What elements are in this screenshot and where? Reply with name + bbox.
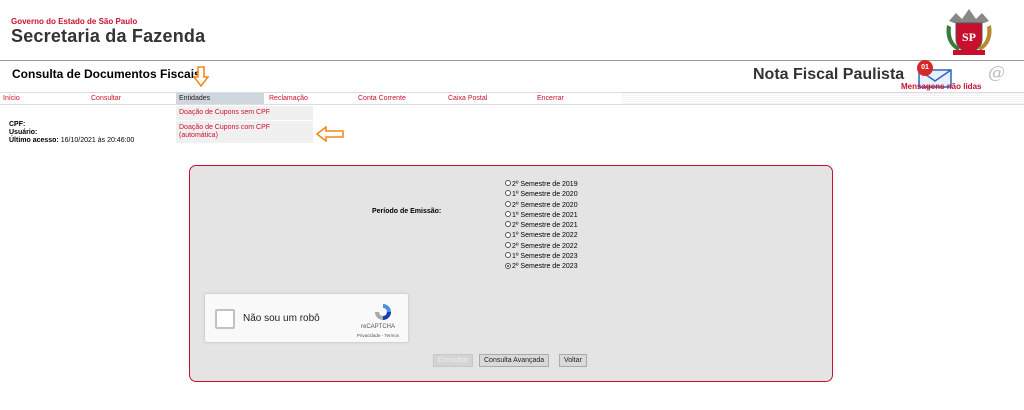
- cpf-label: CPF:: [9, 121, 26, 128]
- radio-button[interactable]: [505, 262, 511, 269]
- consulta-avancada-button[interactable]: Consulta Avançada: [479, 354, 550, 367]
- usuario-label: Usuário:: [9, 129, 38, 136]
- last-access-value: 16/10/2021 às 20:46:00: [60, 137, 135, 144]
- arrow-down-icon: [193, 66, 209, 88]
- period-option[interactable]: 2º Semestre de 2021: [505, 221, 578, 231]
- period-option[interactable]: 1º Semestre de 2021: [505, 211, 578, 221]
- submenu-doacao-com-cpf[interactable]: Doação de Cupons com CPF (automática): [176, 120, 313, 143]
- period-option-label: 2º Semestre de 2022: [512, 242, 578, 250]
- sp-crest-logo: SP: [946, 9, 992, 55]
- menu-encerrar[interactable]: Encerrar: [534, 93, 622, 104]
- menu-reclamacao[interactable]: Reclamação: [266, 93, 354, 104]
- menu-inicio[interactable]: Início: [0, 93, 88, 104]
- site-title: Secretaria da Fazenda: [11, 26, 206, 46]
- period-option-label: 2º Semestre de 2020: [512, 201, 578, 209]
- submenu-doacao-sem-cpf[interactable]: Doação de Cupons sem CPF: [176, 106, 313, 120]
- voltar-button[interactable]: Voltar: [559, 354, 587, 367]
- recaptcha-brand: reCAPTCHA: [360, 324, 395, 330]
- period-option[interactable]: 2º Semestre de 2020: [505, 200, 578, 211]
- period-option-label: 1º Semestre de 2021: [512, 211, 578, 219]
- radio-button[interactable]: [505, 180, 511, 187]
- period-option-label: 1º Semestre de 2022: [512, 232, 578, 240]
- period-option[interactable]: 2º Semestre de 2019: [505, 180, 578, 190]
- recaptcha-logo-icon: [375, 304, 391, 320]
- entidades-submenu: Doação de Cupons sem CPF Doação de Cupon…: [176, 106, 313, 143]
- recaptcha-checkbox[interactable]: [215, 309, 235, 329]
- period-option[interactable]: 2º Semestre de 2022: [505, 241, 578, 252]
- recaptcha-label: Não sou um robô: [243, 313, 320, 324]
- period-label: Período de Emissão:: [372, 208, 442, 215]
- arrow-left-icon: [316, 126, 344, 142]
- consultar-button[interactable]: Consultar: [433, 354, 473, 367]
- menu-caixa-postal[interactable]: Caixa Postal: [445, 93, 533, 104]
- user-info: CPF: Usuário: Último acesso: 16/10/2021 …: [9, 121, 134, 145]
- period-option[interactable]: 1º Semestre de 2023: [505, 252, 578, 262]
- radio-button[interactable]: [505, 241, 511, 248]
- gov-label: Governo do Estado de São Paulo: [11, 17, 138, 26]
- page-title: Consulta de Documentos Fiscais: [12, 67, 201, 81]
- period-option-label: 2º Semestre de 2023: [512, 263, 578, 271]
- radio-button[interactable]: [505, 252, 511, 259]
- menu-consultar[interactable]: Consultar: [88, 93, 176, 104]
- period-radio-group: 2º Semestre de 2019 1º Semestre de 2020 2º…: [505, 180, 578, 273]
- period-option-label: 1º Semestre de 2023: [512, 253, 578, 261]
- last-access-label: Último acesso:: [9, 137, 59, 144]
- menu-conta-corrente[interactable]: Conta Corrente: [355, 93, 443, 104]
- menu-bar-fill: [622, 93, 1024, 104]
- period-option-label: 2º Semestre de 2019: [512, 181, 578, 188]
- radio-button[interactable]: [505, 211, 511, 218]
- recaptcha-terms-link[interactable]: Privacidade - Termos: [350, 333, 406, 338]
- brand-title: Nota Fiscal Paulista: [753, 66, 905, 83]
- period-option[interactable]: 2º Semestre de 2023: [505, 262, 578, 272]
- header-divider: [0, 60, 1024, 61]
- svg-text:SP: SP: [962, 30, 976, 44]
- at-sign-icon[interactable]: @: [988, 63, 1005, 83]
- menu-entidades[interactable]: Entidades: [176, 93, 264, 104]
- period-option[interactable]: 1º Semestre de 2020: [505, 190, 578, 200]
- radio-button[interactable]: [505, 221, 511, 228]
- period-option-label: 1º Semestre de 2020: [512, 191, 578, 199]
- period-option-label: 2º Semestre de 2021: [512, 222, 578, 230]
- period-option[interactable]: 1º Semestre de 2022: [505, 231, 578, 241]
- recaptcha-widget: Não sou um robô reCAPTCHA Privacidade - …: [204, 293, 409, 343]
- radio-button[interactable]: [505, 231, 511, 238]
- radio-button[interactable]: [505, 190, 511, 197]
- unread-messages-link[interactable]: Mensagens não lidas: [901, 82, 981, 91]
- messages-badge: 01: [917, 60, 933, 76]
- radio-button[interactable]: [505, 200, 511, 207]
